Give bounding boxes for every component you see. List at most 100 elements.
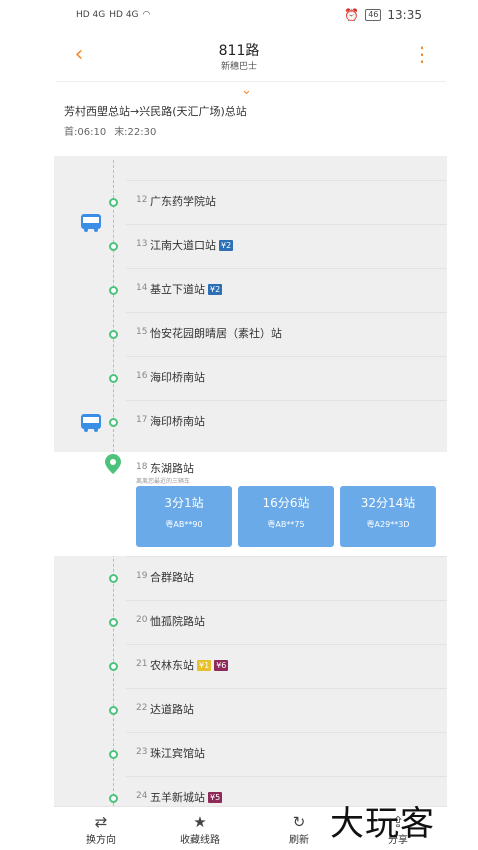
station-number: 20 [136,615,148,625]
station-row[interactable]: 17 海印桥南站 [54,400,447,444]
first-bus-time: 首:06:10 [64,127,107,138]
star-icon: ★ [193,813,207,831]
bus-icon[interactable] [80,213,102,233]
clock: 13:35 [387,8,422,22]
divider [126,600,447,601]
divider [126,356,447,357]
station-row[interactable]: 14 基立下道站 ¥2 [54,268,447,312]
station-dot-icon [109,794,118,803]
station-number: 24 [136,791,148,801]
station-name: 基立下道站 [150,283,205,296]
station-dot-icon [109,330,118,339]
station-name: 珠江宾馆站 [150,747,205,760]
station-row[interactable]: 19 合群路站 [54,556,447,600]
station-name: 合群路站 [150,571,194,584]
divider [126,644,447,645]
status-right: ⏰ 46 13:35 [344,8,422,22]
expand-chevron-down-icon[interactable]: ⌄ [241,83,252,98]
station-name: 怡安花园朗晴居（素社）站 [150,327,282,340]
station-name-group: 达道路站 [150,701,194,717]
current-station[interactable]: 18 东湖路站 离离您最近的三辆车 3分1站 粤AB**90 16分6站 粤AB… [54,452,447,556]
station-number: 13 [136,239,148,249]
station-name-group: 海印桥南站 [150,369,205,385]
station-name-group: 广东药学院站 [150,193,216,209]
last-bus-time: 末:22:30 [114,127,157,138]
signal-indicators: HD 4G HD 4G ◠ [76,10,150,20]
arrival-eta: 3分1站 [164,496,204,510]
station-name: 海印桥南站 [150,415,205,428]
station-number: 18 [136,462,148,472]
station-dot-icon [109,286,118,295]
station-row[interactable]: 20 恤孤院路站 [54,600,447,644]
arrival-card[interactable]: 3分1站 粤AB**90 [136,486,232,547]
station-name-group: 恤孤院路站 [150,613,205,629]
divider [126,688,447,689]
bus-plate: 粤AB**90 [165,520,203,529]
arrival-card[interactable]: 16分6站 粤AB**75 [238,486,334,547]
station-dot-icon [109,242,118,251]
station-number: 15 [136,327,148,337]
station-dot-icon [109,574,118,583]
bus-plate: 粤A29**3D [366,520,410,529]
station-name: 广东药学院站 [150,195,216,208]
divider [126,224,447,225]
divider [126,400,447,401]
station-row[interactable]: 16 海印桥南站 [54,356,447,400]
fare-badge: ¥1 [197,659,212,671]
route-direction: 芳村西塱总站→兴民路(天汇广场)总站 [64,105,247,118]
arrival-card[interactable]: 32分14站 粤A29**3D [340,486,436,547]
station-name-group: 农林东站 ¥1 ¥6 [150,657,229,673]
divider [126,732,447,733]
watermark-logo: 大玩客 [330,804,435,844]
refresh-icon: ↻ [292,813,306,831]
station-dot-icon [109,374,118,383]
station-row[interactable]: 21 农林东站 ¥1 ¥6 [54,644,447,688]
station-number: 21 [136,659,148,669]
station-number: 14 [136,283,148,293]
divider [126,268,447,269]
arrival-eta: 16分6站 [262,496,310,510]
station-name: 恤孤院路站 [150,615,205,628]
station-dot-icon [109,750,118,759]
station-row[interactable]: 15 怡安花园朗晴居（素社）站 [54,312,447,356]
station-name: 江南大道口站 [150,239,216,252]
bus-plate: 粤AB**75 [267,520,305,529]
station-row[interactable]: 12 广东药学院站 [54,180,447,224]
tab-label: 换方向 [86,835,116,846]
station-name-group: 海印桥南站 [150,413,205,429]
switch-direction-button[interactable]: ⇄ 换方向 [66,813,136,846]
page-title: 811路 [218,43,260,59]
arrival-cards: 3分1站 粤AB**90 16分6站 粤AB**75 32分14站 粤A29**… [136,486,436,547]
station-dot-icon [109,418,118,427]
wifi-icon: ◠ [142,10,151,20]
refresh-button[interactable]: ↻ 刷新 [264,813,334,846]
station-row[interactable]: 22 达道路站 [54,688,447,732]
station-dot-icon [109,618,118,627]
more-button[interactable]: ⋮ [410,42,434,68]
station-number: 17 [136,415,148,425]
arrival-hint: 离离您最近的三辆车 [136,478,191,485]
arrival-eta: 32分14站 [360,496,416,510]
alarm-icon: ⏰ [344,8,360,22]
station-number: 16 [136,371,148,381]
bus-icon[interactable] [80,413,102,433]
divider [56,81,446,82]
station-name: 东湖路站 [150,462,194,475]
battery-icon: 46 [365,9,382,21]
station-name-group: 五羊新城站 ¥5 [150,789,223,805]
station-row[interactable]: 13 江南大道口站 ¥2 [54,224,447,268]
station-name: 五羊新城站 [150,791,205,804]
station-number: 23 [136,747,148,757]
fare-badge: ¥2 [208,283,223,295]
favorite-route-button[interactable]: ★ 收藏线路 [165,813,235,846]
station-name-group: 怡安花园朗晴居（素社）站 [150,325,282,341]
station-dot-icon [109,662,118,671]
fare-badge: ¥2 [219,239,234,251]
fare-badge: ¥6 [214,659,229,671]
divider [126,180,447,181]
station-name: 达道路站 [150,703,194,716]
divider [126,776,447,777]
station-row[interactable]: 23 珠江宾馆站 [54,732,447,776]
station-number: 22 [136,703,148,713]
operator-name: 新穗巴士 [220,62,257,72]
